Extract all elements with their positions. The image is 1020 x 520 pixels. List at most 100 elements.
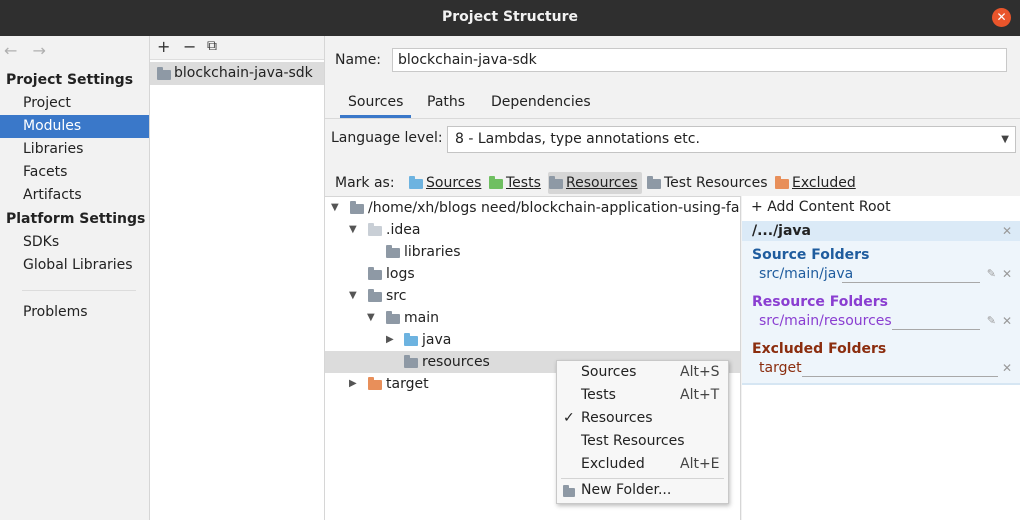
folder-icon bbox=[368, 223, 382, 236]
excluded-folders-heading: Excluded Folders bbox=[752, 341, 887, 357]
module-item[interactable]: blockchain-java-sdk bbox=[150, 62, 324, 85]
mark-test-resources-label: Test Resources bbox=[664, 175, 768, 191]
edit-source-folder-icon[interactable]: ✎ bbox=[987, 267, 996, 280]
remove-source-folder-icon[interactable]: ✕ bbox=[1002, 267, 1012, 281]
mark-tests-label: Tests bbox=[506, 175, 541, 191]
folder-icon bbox=[386, 245, 400, 258]
mark-resources-label: Resources bbox=[566, 175, 638, 191]
tree-row-main[interactable]: ▼ main bbox=[325, 307, 740, 329]
folder-icon bbox=[350, 201, 364, 214]
language-level-value: 8 - Lambdas, type annotations etc. bbox=[455, 131, 700, 147]
tree-node-label: target bbox=[386, 376, 429, 392]
mark-sources-button[interactable]: Sources bbox=[408, 172, 481, 194]
menu-item-label: Excluded bbox=[581, 456, 645, 472]
window-title: Project Structure bbox=[442, 9, 578, 25]
mark-as-label: Mark as: bbox=[335, 175, 395, 191]
check-icon: ✓ bbox=[563, 410, 575, 426]
source-folder-path: src/main/java bbox=[759, 266, 854, 282]
collapsed-arrow-icon[interactable]: ▶ bbox=[386, 329, 394, 351]
add-content-root-label: Add Content Root bbox=[767, 199, 891, 215]
sidebar-item-sdks[interactable]: SDKs bbox=[0, 231, 149, 254]
tree-row-logs[interactable]: logs bbox=[325, 263, 740, 285]
remove-excluded-folder-icon[interactable]: ✕ bbox=[1002, 361, 1012, 375]
menu-item-sources[interactable]: Sources Alt+S bbox=[557, 361, 728, 384]
collapsed-arrow-icon[interactable]: ▶ bbox=[349, 373, 357, 395]
menu-item-resources[interactable]: ✓ Resources bbox=[557, 407, 728, 430]
tree-node-label: main bbox=[404, 310, 439, 326]
menu-item-tests[interactable]: Tests Alt+T bbox=[557, 384, 728, 407]
resources-folder-icon bbox=[404, 355, 418, 368]
menu-item-new-folder[interactable]: New Folder... bbox=[557, 479, 728, 502]
language-level-select[interactable]: 8 - Lambdas, type annotations etc. ▼ bbox=[447, 126, 1016, 153]
sidebar-item-modules[interactable]: Modules bbox=[0, 115, 149, 138]
forward-arrow-icon[interactable]: → bbox=[33, 41, 46, 60]
tree-node-label: resources bbox=[422, 354, 490, 370]
tree-node-label: libraries bbox=[404, 244, 461, 260]
sidebar-item-artifacts[interactable]: Artifacts bbox=[0, 184, 149, 207]
module-toolbar: + − ⧉ bbox=[150, 36, 324, 60]
expanded-arrow-icon[interactable]: ▼ bbox=[331, 197, 339, 219]
sidebar-item-project[interactable]: Project bbox=[0, 92, 149, 115]
tree-row-libraries[interactable]: libraries bbox=[325, 241, 740, 263]
menu-item-label: Test Resources bbox=[581, 433, 685, 449]
tree-row-idea[interactable]: ▼ .idea bbox=[325, 219, 740, 241]
excluded-folder-icon bbox=[368, 377, 382, 390]
sidebar-item-problems[interactable]: Problems bbox=[0, 301, 149, 324]
source-folders-heading: Source Folders bbox=[752, 247, 870, 263]
module-name-field[interactable]: blockchain-java-sdk bbox=[392, 48, 1007, 72]
test-resources-folder-icon bbox=[647, 176, 661, 189]
tree-node-label: java bbox=[422, 332, 452, 348]
plus-icon: + bbox=[751, 199, 763, 215]
new-folder-icon bbox=[563, 485, 575, 497]
tree-row-root[interactable]: ▼ /home/xh/blogs need/blockchain-applica… bbox=[325, 197, 740, 219]
mark-as-context-menu: Sources Alt+S Tests Alt+T ✓ Resources Te… bbox=[556, 360, 729, 504]
menu-shortcut: Alt+T bbox=[680, 387, 720, 403]
menu-shortcut: Alt+S bbox=[680, 364, 720, 380]
module-list-panel: + − ⧉ blockchain-java-sdk bbox=[150, 36, 325, 520]
edit-resource-folder-icon[interactable]: ✎ bbox=[987, 314, 996, 327]
tests-folder-icon bbox=[489, 176, 503, 189]
resource-folder-path: src/main/resources bbox=[759, 313, 892, 329]
tab-dependencies[interactable]: Dependencies bbox=[491, 94, 591, 110]
close-icon[interactable]: ✕ bbox=[992, 8, 1011, 27]
menu-item-label: Sources bbox=[581, 364, 637, 380]
mark-resources-button[interactable]: Resources bbox=[548, 172, 642, 194]
chevron-down-icon: ▼ bbox=[1001, 134, 1009, 145]
expanded-arrow-icon[interactable]: ▼ bbox=[349, 285, 357, 307]
sidebar-item-facets[interactable]: Facets bbox=[0, 161, 149, 184]
content-root-panel: + Add Content Root /.../java ✕ Source Fo… bbox=[742, 196, 1020, 520]
mark-excluded-button[interactable]: Excluded bbox=[774, 172, 856, 194]
add-content-root-button[interactable]: + Add Content Root bbox=[751, 199, 891, 215]
tree-node-label: src bbox=[386, 288, 407, 304]
menu-item-excluded[interactable]: Excluded Alt+E bbox=[557, 453, 728, 476]
folder-icon bbox=[368, 267, 382, 280]
sidebar-item-global-libraries[interactable]: Global Libraries bbox=[0, 254, 149, 277]
menu-item-test-resources[interactable]: Test Resources bbox=[557, 430, 728, 453]
back-arrow-icon[interactable]: ← bbox=[4, 41, 17, 60]
remove-module-icon[interactable]: − bbox=[183, 37, 196, 56]
module-item-label: blockchain-java-sdk bbox=[174, 65, 313, 81]
module-folder-icon bbox=[157, 67, 171, 80]
tab-divider bbox=[325, 118, 1020, 119]
tab-paths[interactable]: Paths bbox=[427, 94, 465, 110]
add-module-icon[interactable]: + bbox=[157, 37, 170, 56]
copy-module-icon[interactable]: ⧉ bbox=[207, 38, 217, 54]
sidebar-item-libraries[interactable]: Libraries bbox=[0, 138, 149, 161]
tree-row-src[interactable]: ▼ src bbox=[325, 285, 740, 307]
menu-item-label: New Folder... bbox=[581, 482, 672, 498]
expanded-arrow-icon[interactable]: ▼ bbox=[349, 219, 357, 241]
remove-resource-folder-icon[interactable]: ✕ bbox=[1002, 314, 1012, 328]
remove-root-icon[interactable]: ✕ bbox=[1002, 221, 1012, 241]
mark-tests-button[interactable]: Tests bbox=[488, 172, 541, 194]
sidebar-divider bbox=[22, 290, 136, 291]
mark-test-resources-button[interactable]: Test Resources bbox=[646, 172, 768, 194]
tab-sources[interactable]: Sources bbox=[340, 94, 412, 118]
sources-folder-icon bbox=[404, 333, 418, 346]
menu-item-label: Tests bbox=[581, 387, 616, 403]
settings-sidebar: ← → Project Settings Project Modules Lib… bbox=[0, 36, 150, 520]
source-folder-underline bbox=[842, 282, 980, 283]
tree-row-java[interactable]: ▶ java bbox=[325, 329, 740, 351]
excluded-folder-icon bbox=[775, 176, 789, 189]
excluded-folder-path: target bbox=[759, 360, 802, 376]
expanded-arrow-icon[interactable]: ▼ bbox=[367, 307, 375, 329]
